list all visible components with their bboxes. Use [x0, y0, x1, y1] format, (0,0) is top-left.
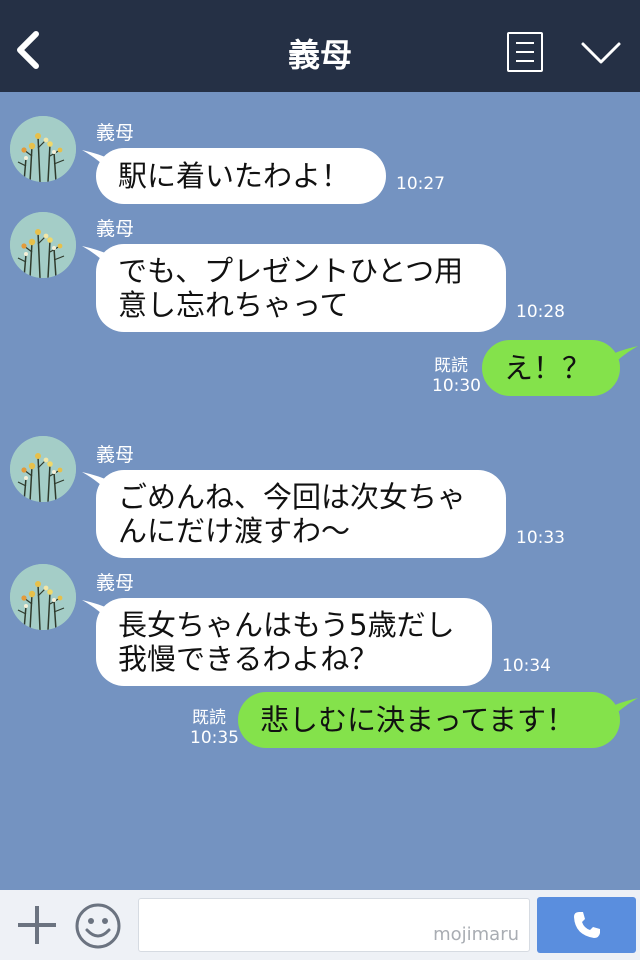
read-receipt: 既読 — [434, 356, 468, 376]
message-text-line: でも、プレゼントひとつ用 — [118, 254, 464, 288]
message-text-line: 意し忘れちゃって — [118, 288, 349, 322]
avatar[interactable] — [10, 436, 76, 502]
message-bubble[interactable]: 長女ちゃんはもう5歳だし 我慢できるわよね？ — [96, 598, 492, 686]
message-text-line: 悲しむに決まってます！ — [260, 703, 575, 737]
message-text-line: んにだけ渡すわ〜 — [118, 514, 351, 548]
chat-area[interactable]: 義母 駅に着いたわよ！ 10:27 義母 でも、プレゼントひとつ用 意し忘れちゃ… — [0, 92, 640, 890]
sender-name: 義母 — [96, 444, 135, 466]
chat-title: 義母 — [287, 36, 352, 74]
sender-name: 義母 — [96, 122, 135, 144]
flower-avatar-image — [10, 436, 76, 502]
message-text-line: え！？ — [504, 351, 592, 385]
read-receipt: 既読 — [192, 708, 226, 728]
message-time: 10:33 — [516, 528, 565, 548]
bubble-tail — [608, 346, 638, 370]
phone-icon — [574, 912, 600, 938]
message-bubble[interactable]: 駅に着いたわよ！ — [96, 148, 386, 204]
message-time: 10:28 — [516, 302, 565, 322]
message-text-line: 駅に着いたわよ！ — [118, 159, 351, 193]
avatar[interactable] — [10, 116, 76, 182]
emoji-icon[interactable] — [74, 902, 122, 950]
message-input[interactable]: mojimaru — [138, 898, 530, 952]
message-bubble[interactable]: ごめんね、今回は次女ちゃ んにだけ渡すわ〜 — [96, 470, 506, 558]
flower-avatar-image — [10, 212, 76, 278]
input-bar: mojimaru — [0, 890, 640, 960]
message-bubble[interactable]: え！？ — [482, 340, 620, 396]
avatar[interactable] — [10, 212, 76, 278]
menu-icon[interactable] — [507, 32, 543, 72]
message-time: 10:30 — [432, 376, 481, 396]
plus-icon[interactable] — [16, 904, 58, 946]
bubble-tail — [608, 698, 638, 722]
message-text-line: 我慢できるわよね？ — [118, 642, 379, 676]
chat-header: 義母 — [0, 0, 640, 92]
watermark: mojimaru — [433, 924, 519, 945]
flower-avatar-image — [10, 116, 76, 182]
message-text-line: 長女ちゃんはもう5歳だし — [118, 608, 455, 642]
message-text-line: ごめんね、今回は次女ちゃ — [118, 480, 467, 514]
avatar[interactable] — [10, 564, 76, 630]
sender-name: 義母 — [96, 572, 135, 594]
call-button[interactable] — [537, 897, 636, 953]
message-time: 10:35 — [190, 728, 239, 748]
dropdown-chevron-icon[interactable] — [580, 40, 622, 66]
sender-name: 義母 — [96, 218, 135, 240]
message-time: 10:34 — [502, 656, 551, 676]
message-time: 10:27 — [396, 174, 445, 194]
flower-avatar-image — [10, 564, 76, 630]
message-bubble[interactable]: でも、プレゼントひとつ用 意し忘れちゃって — [96, 244, 506, 332]
message-bubble[interactable]: 悲しむに決まってます！ — [238, 692, 620, 748]
